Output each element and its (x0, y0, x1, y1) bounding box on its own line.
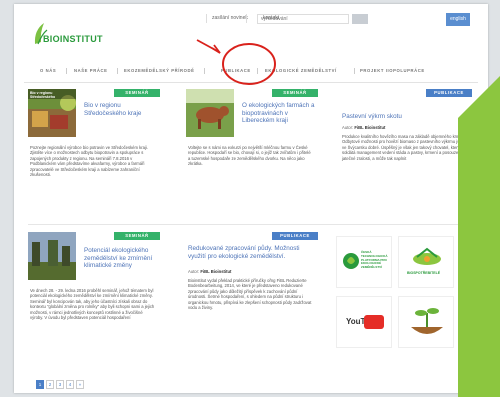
card-seminar-liberecky[interactable]: SEMINÁŘ O ekologických farmách a biopotr… (186, 89, 320, 209)
divider (204, 68, 205, 74)
card-author: Autor: FiBL Bioinstitut (188, 269, 231, 274)
divider (66, 68, 67, 74)
page-4[interactable]: 4 (66, 380, 74, 389)
card-body: Produkce kvalitního hovězího masa na zák… (342, 134, 467, 161)
english-button[interactable]: english (446, 13, 470, 26)
youtube-link[interactable]: YouTube (336, 296, 392, 348)
author-name: FiBL Bioinstitut (200, 269, 232, 274)
logo-text: BIOINSTITUT (43, 34, 103, 44)
seminar-badge: SEMINÁŘ (272, 89, 318, 97)
nav-divider (24, 82, 478, 83)
biospotrebitele-logo-text: BIOSPOTŘEBITELÉ (407, 271, 441, 275)
row-divider (28, 224, 472, 225)
card-image (186, 89, 234, 137)
author-label: Autor: (342, 125, 354, 130)
card-seminar-klima[interactable]: SEMINÁŘ Potenciál ekologického zemědělst… (28, 232, 162, 372)
nav-item-ekologicke[interactable]: EKOLOGICKÉ ZEMĚDĚLSTVÍ (265, 68, 337, 73)
next-page-button[interactable]: » (76, 380, 84, 389)
main-nav: O NÁS NAŠE PRÁCE EKOZEMĚDĚLSKÝ PŘÍRODĚ P… (14, 66, 488, 78)
card-title[interactable]: Potenciál ekologického zemědělství ke zm… (84, 247, 162, 270)
nav-item-about[interactable]: O NÁS (40, 68, 56, 73)
newsletter-link[interactable]: zasílání novinek (212, 15, 248, 21)
card-title[interactable]: O ekologických farmách a biopotravinách … (242, 102, 320, 125)
divider (257, 68, 258, 74)
card-body: Ve dnech 28. - 29. ledna 2016 proběhl se… (30, 288, 155, 321)
youtube-icon: YouTube (345, 313, 385, 331)
card-publication-pastevni[interactable]: PUBLIKACE Pastevní výkrm skotu Autor: Fi… (340, 89, 474, 219)
divider (117, 68, 118, 74)
page-3[interactable]: 3 (56, 380, 64, 389)
author-name: FiBL Bioinstitut (354, 125, 386, 130)
bioinstitut-logo[interactable]: BIOINSTITUT (32, 22, 112, 46)
publication-badge: PUBLIKACE (426, 89, 472, 97)
seminar-badge: SEMINÁŘ (114, 89, 160, 97)
nav-item-ekozemedelsky[interactable]: EKOZEMĚDĚLSKÝ PŘÍRODĚ (124, 68, 195, 73)
soil-plant-icon (411, 308, 443, 334)
card-body: Bioinstitut vydal překlad praktické přír… (188, 278, 312, 311)
card-seminar-bio-region[interactable]: Bio v regionu Středočeského SEMINÁŘ Bio … (28, 89, 162, 209)
nav-item-our-work[interactable]: NAŠE PRÁCE (74, 68, 107, 73)
biospotrebitele-logo-icon (413, 247, 441, 265)
card-body: Voltejte se s námi na exkurzi po největš… (188, 145, 311, 167)
page: zasílání novinek english BIOINSTITUT O N… (14, 4, 488, 393)
ctp-logo-text: ČESKÁ TECHNOLOGICKÁ PLATFORMA PRO EKOLOG… (361, 250, 388, 270)
card-body: Poznejte regionální výrobce bio potravin… (30, 145, 149, 178)
nav-item-publikace[interactable]: PUBLIKACE (221, 68, 251, 73)
partner-logo-ctp[interactable]: ČESKÁ TECHNOLOGICKÁ PLATFORMA PRO EKOLOG… (336, 236, 392, 288)
partner-logo-biospotrebitele[interactable]: BIOSPOTŘEBITELÉ (398, 236, 454, 288)
card-title[interactable]: Bio v regionu Středočeského kraje (84, 102, 162, 117)
partner-logo-soil[interactable] (398, 296, 454, 348)
contact-link[interactable]: kontakt (263, 15, 279, 21)
publication-badge: PUBLIKACE (272, 232, 318, 240)
card-image (28, 232, 76, 280)
divider (354, 68, 355, 74)
nav-item-projekt[interactable]: PROJEKT IIOPOLUPRÁCE (360, 68, 425, 73)
search-button[interactable] (352, 14, 368, 24)
author-label: Autor: (188, 269, 200, 274)
card-image: Bio v regionu Středočeského (28, 89, 76, 137)
card-title[interactable]: Redukované zpracování půdy. Možnosti vyu… (188, 245, 318, 260)
card-title[interactable]: Pastevní výkrm skotu (342, 113, 472, 121)
divider (206, 14, 207, 23)
divider (246, 14, 247, 23)
card-publication-redukovane[interactable]: PUBLIKACE Redukované zpracování půdy. Mo… (186, 232, 320, 372)
image-caption: Bio v regionu Středočeského (30, 91, 56, 99)
page-2[interactable]: 2 (46, 380, 54, 389)
card-author: Autor: FiBL Bioinstitut (342, 125, 385, 130)
seminar-badge: SEMINÁŘ (114, 232, 160, 240)
page-1[interactable]: 1 (36, 380, 44, 389)
